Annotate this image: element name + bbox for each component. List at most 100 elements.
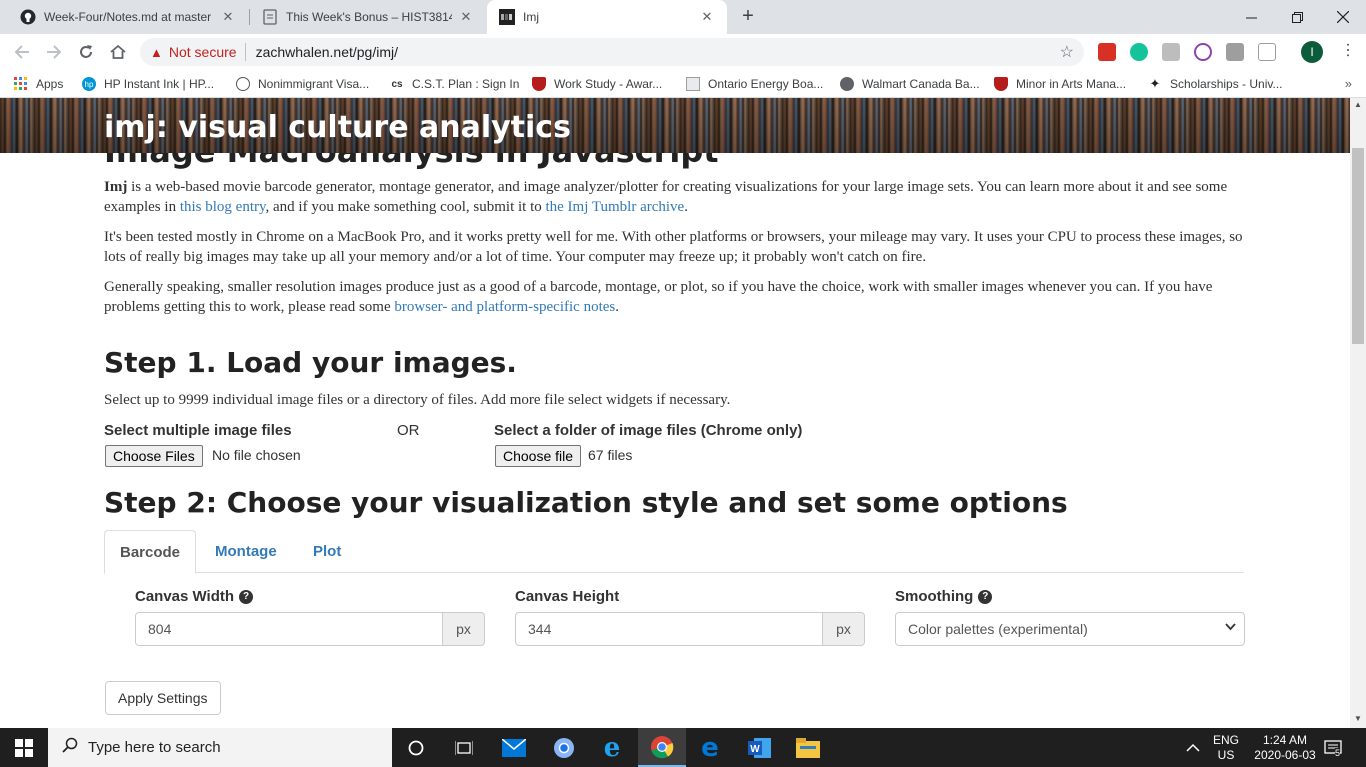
tab-montage[interactable]: Montage [200, 530, 292, 573]
bookmark-label: HP Instant Ink | HP... [104, 77, 215, 91]
address-bar[interactable]: ▲ Not secure zachwhalen.net/pg/imj/ ☆ [140, 38, 1084, 66]
reload-icon [80, 45, 92, 58]
intro-paragraph-2: It's been tested mostly in Chrome on a M… [104, 229, 1243, 265]
bookmark-ontario[interactable]: Ontario Energy Boa... [686, 75, 823, 93]
canvas-width-input[interactable]: 804 [135, 612, 443, 646]
platform-notes-link[interactable]: browser- and platform-specific notes [394, 299, 615, 315]
close-tab-icon[interactable]: ✕ [699, 9, 715, 25]
bookmark-label: Walmart Canada Ba... [862, 77, 980, 91]
choose-folder-button[interactable]: Choose file [495, 445, 582, 467]
blog-entry-link[interactable]: this blog entry [180, 199, 266, 215]
clock[interactable]: 1:24 AM 2020-06-03 [1254, 728, 1316, 767]
language-indicator[interactable]: ENG US [1212, 728, 1240, 767]
or-separator: OR [397, 422, 420, 439]
page-scrollbar[interactable]: ▲ ▼ [1350, 98, 1366, 728]
shield-icon [532, 77, 546, 91]
grammarly-icon[interactable] [1130, 43, 1148, 61]
step1-description: Select up to 9999 individual image files… [104, 392, 731, 408]
tab-github-notes[interactable]: Week-Four/Notes.md at master · ✕ [8, 0, 248, 34]
profile-avatar[interactable]: I [1301, 41, 1323, 63]
minimize-button[interactable] [1228, 0, 1274, 34]
notification-count: 5 [1335, 748, 1341, 758]
extension-icon[interactable] [1162, 43, 1180, 61]
bookmark-label: C.S.T. Plan : Sign In [412, 77, 520, 91]
task-view-icon[interactable] [440, 728, 488, 767]
tab-title: This Week's Bonus – HIST3814o [286, 10, 452, 24]
edge-icon[interactable]: e [686, 728, 734, 767]
bookmark-visa[interactable]: Nonimmigrant Visa... [236, 75, 369, 93]
choose-files-button[interactable]: Choose Files [105, 445, 203, 467]
action-center-button[interactable]: 5 [1324, 728, 1342, 767]
bookmark-minor-arts[interactable]: Minor in Arts Mana... [994, 75, 1126, 93]
windows-taskbar: Type here to search e e W ENG US 1:24 AM… [0, 728, 1366, 767]
intro-paragraph-1: Imj is a web-based movie barcode generat… [104, 177, 1244, 217]
chevron-right-icon[interactable]: » [1345, 76, 1352, 91]
bookmark-cst[interactable]: cs C.S.T. Plan : Sign In [390, 75, 519, 93]
security-status[interactable]: Not secure [169, 44, 237, 60]
intro-text: Generally speaking, smaller resolution i… [104, 279, 1213, 315]
extension-icon[interactable] [1098, 43, 1116, 61]
help-icon[interactable]: ? [239, 589, 254, 604]
restore-button[interactable] [1274, 0, 1320, 34]
close-tab-icon[interactable]: ✕ [458, 9, 474, 25]
tab-plot[interactable]: Plot [298, 530, 356, 573]
menu-dots-icon[interactable]: ⋯ [1338, 42, 1357, 58]
canvas-width-group: 804 px [135, 612, 485, 646]
lang-bottom: US [1217, 747, 1235, 762]
multi-files-label: Select multiple image files [104, 422, 292, 439]
help-icon[interactable]: ? [978, 589, 993, 604]
file-explorer-icon[interactable] [784, 728, 832, 767]
new-tab-button[interactable]: + [738, 5, 758, 27]
tab-barcode[interactable]: Barcode [104, 530, 197, 574]
chevron-up-icon [1186, 743, 1200, 752]
seal-icon [236, 77, 250, 91]
extension-icon[interactable] [1226, 43, 1244, 61]
hp-icon: hp [82, 77, 96, 91]
scroll-down-icon[interactable]: ▼ [1354, 714, 1362, 723]
bookmark-workstudy[interactable]: Work Study - Awar... [532, 75, 662, 93]
back-button[interactable] [10, 40, 34, 64]
tumblr-archive-link[interactable]: the Imj Tumblr archive [545, 199, 684, 215]
canvas-height-label: Canvas Height [515, 588, 619, 605]
bookmark-label: Nonimmigrant Visa... [258, 77, 370, 91]
tab-title: Imj [523, 10, 539, 24]
close-window-button[interactable] [1320, 0, 1366, 34]
chrome-icon[interactable] [638, 728, 686, 767]
home-button[interactable] [106, 40, 130, 64]
extension-icon[interactable] [1258, 43, 1276, 61]
bookmark-scholarships[interactable]: ✦ Scholarships - Univ... [1148, 75, 1283, 93]
tab-week-bonus[interactable]: This Week's Bonus – HIST3814o ✕ [250, 0, 486, 34]
search-extension-icon[interactable] [1194, 43, 1212, 61]
scroll-up-icon[interactable]: ▲ [1354, 100, 1362, 109]
url-text[interactable]: zachwhalen.net/pg/imj/ [256, 44, 398, 60]
lang-top: ENG [1212, 732, 1239, 747]
word-icon[interactable]: W [736, 728, 784, 767]
chrome-alt-icon[interactable] [540, 728, 588, 767]
bookmark-hp[interactable]: hp HP Instant Ink | HP... [82, 75, 214, 93]
tab-imj[interactable]: Imj ✕ [487, 0, 727, 34]
show-hidden-icons[interactable] [1186, 728, 1200, 767]
cortana-icon[interactable] [392, 728, 440, 767]
visualization-tabs: Barcode Montage Plot [104, 530, 1244, 574]
site-title[interactable]: imj: visual culture analytics [104, 110, 571, 145]
internet-explorer-icon[interactable]: e [588, 728, 636, 767]
search-placeholder: Type here to search [88, 739, 221, 756]
start-button[interactable] [0, 728, 48, 767]
bookmark-apps[interactable]: Apps [14, 75, 63, 93]
close-tab-icon[interactable]: ✕ [220, 9, 236, 25]
forward-button[interactable] [42, 40, 66, 64]
intro-text: , and if you make something cool, submit… [265, 199, 546, 215]
scrollbar-thumb[interactable] [1352, 148, 1364, 344]
cst-icon: cs [391, 78, 403, 90]
px-unit: px [443, 612, 485, 646]
apply-settings-button[interactable]: Apply Settings [105, 681, 221, 715]
bookmark-walmart[interactable]: Walmart Canada Ba... [840, 75, 980, 93]
clock-date: 2020-06-03 [1254, 747, 1316, 762]
reload-button[interactable] [74, 40, 98, 64]
canvas-height-group: 344 px [515, 612, 865, 646]
mail-icon[interactable] [490, 728, 538, 767]
smoothing-select[interactable]: Color palettes (experimental) [895, 612, 1245, 646]
canvas-height-input[interactable]: 344 [515, 612, 823, 646]
taskbar-search[interactable]: Type here to search [48, 728, 392, 767]
bookmark-star-icon[interactable]: ☆ [1060, 42, 1074, 62]
